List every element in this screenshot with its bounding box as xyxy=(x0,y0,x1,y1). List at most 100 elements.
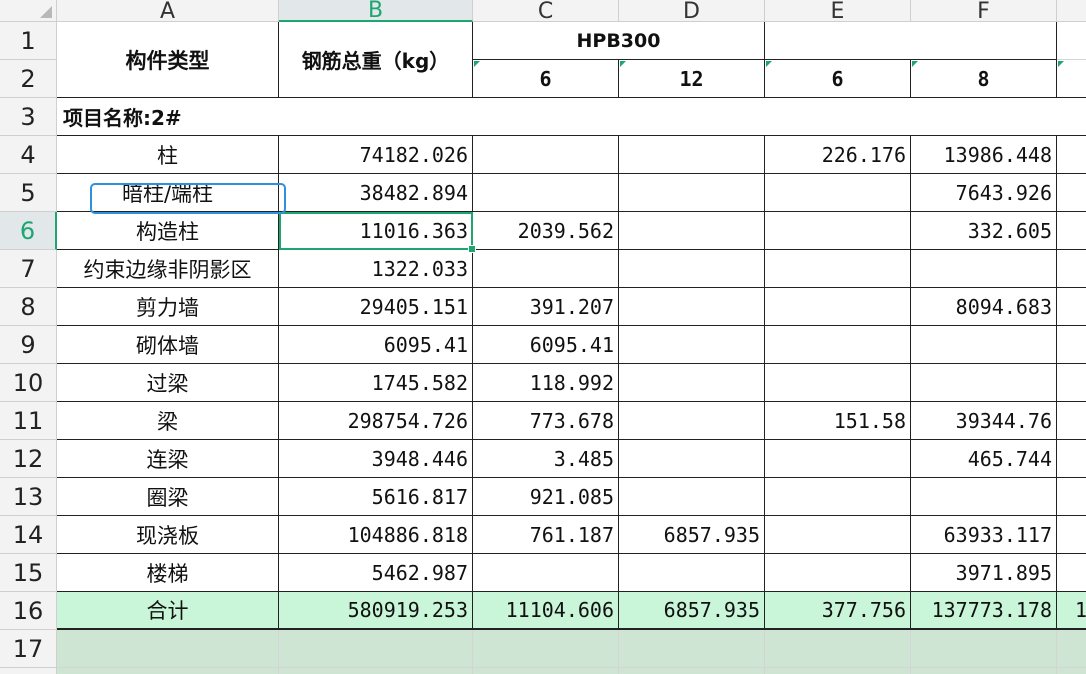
value-cell-total[interactable]: 104886.818 xyxy=(279,516,473,554)
total-value-f[interactable]: 137773.178 xyxy=(911,592,1057,630)
value-cell-e[interactable]: 226.176 xyxy=(765,136,911,174)
value-cell-c[interactable]: 6095.41 xyxy=(473,326,619,364)
value-cell-d[interactable] xyxy=(619,364,765,402)
grid-cell[interactable] xyxy=(619,630,765,668)
total-value-d[interactable]: 6857.935 xyxy=(619,592,765,630)
grid-cell[interactable] xyxy=(1057,364,1086,402)
value-cell-c[interactable] xyxy=(473,174,619,212)
header-diameter-e[interactable]: 6 xyxy=(765,60,911,98)
row-header-4[interactable]: 4 xyxy=(0,136,57,174)
row-header-8[interactable]: 8 xyxy=(0,288,57,326)
grid-cell[interactable] xyxy=(911,668,1057,674)
value-cell-e[interactable] xyxy=(765,364,911,402)
value-cell-c[interactable]: 118.992 xyxy=(473,364,619,402)
grid-cell[interactable] xyxy=(1057,668,1086,674)
value-cell-e[interactable] xyxy=(765,174,911,212)
value-cell-total[interactable]: 6095.41 xyxy=(279,326,473,364)
grid-cell[interactable] xyxy=(57,668,279,674)
value-cell-total[interactable]: 74182.026 xyxy=(279,136,473,174)
row-header-16[interactable]: 16 xyxy=(0,592,57,630)
value-cell-d[interactable] xyxy=(619,174,765,212)
header-grade-empty[interactable] xyxy=(765,22,1057,60)
grid-cell[interactable] xyxy=(1057,250,1086,288)
component-name-cell[interactable]: 圈梁 xyxy=(57,478,279,516)
header-diameter-d[interactable]: 12 xyxy=(619,60,765,98)
header-diameter-c[interactable]: 6 xyxy=(473,60,619,98)
value-cell-total[interactable]: 29405.151 xyxy=(279,288,473,326)
grid-cell[interactable] xyxy=(1057,326,1086,364)
column-header-e[interactable]: E xyxy=(765,0,911,22)
value-cell-c[interactable]: 761.187 xyxy=(473,516,619,554)
row-header-7[interactable]: 7 xyxy=(0,250,57,288)
value-cell-d[interactable] xyxy=(619,402,765,440)
value-cell-total[interactable]: 3948.446 xyxy=(279,440,473,478)
value-cell-c[interactable] xyxy=(473,136,619,174)
row-header-18[interactable]: 18 xyxy=(0,668,57,674)
value-cell-e[interactable] xyxy=(765,288,911,326)
component-name-cell[interactable]: 暗柱/端柱 xyxy=(57,174,279,212)
value-cell-e[interactable] xyxy=(765,250,911,288)
column-header-d[interactable]: D xyxy=(619,0,765,22)
value-cell-f[interactable]: 63933.117 xyxy=(911,516,1057,554)
column-header-next[interactable] xyxy=(1057,0,1086,22)
grid-cell[interactable] xyxy=(619,668,765,674)
row-header-3[interactable]: 3 xyxy=(0,98,57,136)
value-cell-f[interactable]: 39344.76 xyxy=(911,402,1057,440)
component-name-cell[interactable]: 构造柱 xyxy=(57,212,279,250)
value-cell-e[interactable] xyxy=(765,212,911,250)
row-header-15[interactable]: 15 xyxy=(0,554,57,592)
value-cell-e[interactable] xyxy=(765,516,911,554)
value-cell-total[interactable]: 38482.894 xyxy=(279,174,473,212)
value-cell-c[interactable]: 391.207 xyxy=(473,288,619,326)
value-cell-f[interactable] xyxy=(911,364,1057,402)
column-header-b[interactable]: B xyxy=(279,0,473,22)
header-total-weight[interactable]: 钢筋总重（kg） xyxy=(279,22,473,98)
value-cell-total[interactable]: 1322.033 xyxy=(279,250,473,288)
component-name-cell[interactable]: 楼梯 xyxy=(57,554,279,592)
value-cell-f[interactable]: 332.605 xyxy=(911,212,1057,250)
grid-cell[interactable] xyxy=(1057,402,1086,440)
value-cell-e[interactable] xyxy=(765,440,911,478)
row-header-5[interactable]: 5 xyxy=(0,174,57,212)
value-cell-c[interactable]: 3.485 xyxy=(473,440,619,478)
header-diameter-f[interactable]: 8 xyxy=(911,60,1057,98)
component-name-cell[interactable]: 砌体墙 xyxy=(57,326,279,364)
active-cell-b6[interactable]: 11016.363 xyxy=(279,212,473,250)
value-cell-c[interactable] xyxy=(473,250,619,288)
value-cell-c[interactable]: 2039.562 xyxy=(473,212,619,250)
column-header-c[interactable]: C xyxy=(473,0,619,22)
grid-cell[interactable] xyxy=(911,630,1057,668)
grid-cell[interactable] xyxy=(279,668,473,674)
grid-cell[interactable] xyxy=(1057,136,1086,174)
value-cell-e[interactable] xyxy=(765,326,911,364)
component-name-cell[interactable]: 约束边缘非阴影区 xyxy=(57,250,279,288)
value-cell-d[interactable] xyxy=(619,136,765,174)
value-cell-f[interactable]: 465.744 xyxy=(911,440,1057,478)
value-cell-d[interactable] xyxy=(619,440,765,478)
value-cell-total[interactable]: 5462.987 xyxy=(279,554,473,592)
grid-cell[interactable] xyxy=(765,630,911,668)
value-cell-f[interactable] xyxy=(911,478,1057,516)
total-label-cell[interactable]: 合计 xyxy=(57,592,279,630)
row-header-6[interactable]: 6 xyxy=(0,212,57,250)
grid-cell[interactable] xyxy=(1057,478,1086,516)
row-header-13[interactable]: 13 xyxy=(0,478,57,516)
value-cell-e[interactable] xyxy=(765,554,911,592)
component-name-cell[interactable]: 过梁 xyxy=(57,364,279,402)
value-cell-d[interactable] xyxy=(619,554,765,592)
value-cell-e[interactable]: 151.58 xyxy=(765,402,911,440)
header-grade-hpb300[interactable]: HPB300 xyxy=(473,22,765,60)
component-name-cell[interactable]: 现浇板 xyxy=(57,516,279,554)
grid-cell[interactable] xyxy=(1057,212,1086,250)
value-cell-f[interactable]: 7643.926 xyxy=(911,174,1057,212)
grid-cell[interactable] xyxy=(1057,174,1086,212)
grid-cell[interactable] xyxy=(473,630,619,668)
row-header-11[interactable]: 11 xyxy=(0,402,57,440)
total-value-c[interactable]: 11104.606 xyxy=(473,592,619,630)
value-cell-c[interactable]: 773.678 xyxy=(473,402,619,440)
component-name-cell[interactable]: 柱 xyxy=(57,136,279,174)
grid-cell[interactable] xyxy=(1057,516,1086,554)
grid-cell[interactable] xyxy=(1057,22,1086,60)
header-component-type[interactable]: 构件类型 xyxy=(57,22,279,98)
value-cell-d[interactable]: 6857.935 xyxy=(619,516,765,554)
